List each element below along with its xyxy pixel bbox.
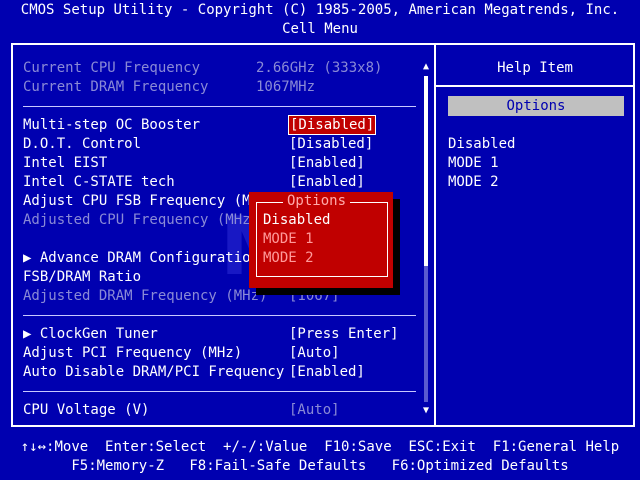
section-divider [23,106,416,107]
info-value: 1067MHz [256,79,316,95]
setting-value[interactable]: [Enabled] [289,154,365,172]
panel-divider [434,44,436,426]
help-option: MODE 1 [448,155,499,171]
help-options-header: Options [448,96,624,116]
setting-label: CPU Voltage (V) [23,402,150,418]
scroll-down-icon[interactable]: ▼ [421,406,431,416]
setting-value[interactable]: [Auto] [289,344,340,362]
setting-adjusted-cpu-frequency: Adjusted CPU Frequency (MHz) [23,211,259,229]
popup-option-mode-1[interactable]: MODE 1 [263,230,314,248]
setting-intel-eist[interactable]: Intel EIST [Enabled] [23,154,365,172]
setting-intel-cstate[interactable]: Intel C-STATE tech [Enabled] [23,173,365,191]
help-option: Disabled [448,136,516,152]
setting-value[interactable]: [Press Enter] [289,325,399,343]
setting-label: Intel C-STATE tech [23,174,175,190]
setting-multi-step-oc-booster[interactable]: Multi-step OC Booster [Disabled] [23,115,377,135]
setting-adjust-pci-frequency[interactable]: Adjust PCI Frequency (MHz) [Auto] [23,344,340,362]
scroll-track[interactable] [424,76,428,402]
setting-value[interactable]: [Disabled] [289,135,373,153]
setting-label: Adjusted DRAM Frequency (MHz) [23,288,268,304]
setting-value[interactable]: [Enabled] [289,363,365,381]
info-row-dram-frequency: Current DRAM Frequency 1067MHz [23,78,315,96]
info-row-cpu-frequency: Current CPU Frequency 2.66GHz (333x8) [23,59,382,77]
setting-value-selected[interactable]: [Disabled] [287,115,377,135]
info-label: Current CPU Frequency [23,60,201,76]
popup-option-mode-2[interactable]: MODE 2 [263,249,314,267]
setting-label: FSB/DRAM Ratio [23,269,142,285]
setting-clockgen-tuner[interactable]: ▶ ClockGen Tuner [Press Enter] [23,325,399,343]
key-help-line-2: F5:Memory-Z F8:Fail-Safe Defaults F6:Opt… [71,458,569,474]
setting-value[interactable]: [Enabled] [289,173,365,191]
menu-title: Cell Menu [282,21,358,37]
help-option: MODE 2 [448,174,499,190]
section-divider [23,315,416,316]
setting-label: Intel EIST [23,155,108,171]
setting-auto-disable-dram-pci[interactable]: Auto Disable DRAM/PCI Frequency [Enabled… [23,363,365,381]
help-title: Help Item [497,60,573,76]
setting-cpu-voltage[interactable]: CPU Voltage (V) [Auto] [23,401,340,419]
help-divider [436,85,634,87]
setting-label: D.O.T. Control [23,136,142,152]
window-title: CMOS Setup Utility - Copyright (C) 1985-… [20,2,620,18]
setting-fsb-dram-ratio[interactable]: FSB/DRAM Ratio [23,268,141,286]
key-help-line-1: ↑↓↔:Move Enter:Select +/-/:Value F10:Sav… [20,439,620,455]
info-label: Current DRAM Frequency [23,79,209,95]
setting-label: Adjust CPU FSB Frequency (MH [23,193,260,209]
section-divider [23,391,416,392]
setting-label: Auto Disable DRAM/PCI Frequency [23,364,285,380]
setting-label: Adjusted CPU Frequency (MHz) [23,212,260,228]
setting-adjusted-dram-frequency: Adjusted DRAM Frequency (MHz) [1067] [23,287,340,305]
scroll-thumb[interactable] [424,76,428,266]
setting-dot-control[interactable]: D.O.T. Control [Disabled] [23,135,373,153]
submenu-label: ▶ Advance DRAM Configuration [23,250,260,266]
setting-value[interactable]: [Auto] [289,401,340,419]
popup-option-disabled[interactable]: Disabled [263,211,330,229]
setting-label: Multi-step OC Booster [23,117,201,133]
info-value: 2.66GHz (333x8) [256,60,383,76]
setting-adjust-cpu-fsb[interactable]: Adjust CPU FSB Frequency (MH [23,192,259,210]
setting-advance-dram-config[interactable]: ▶ Advance DRAM Configuration [23,249,259,267]
scrollbar[interactable]: ▲ ▼ [421,62,431,418]
scroll-up-icon[interactable]: ▲ [421,62,431,72]
popup-title: Options [283,193,351,209]
submenu-label: ▶ ClockGen Tuner [23,326,158,342]
setting-label: Adjust PCI Frequency (MHz) [23,345,243,361]
options-popup[interactable]: Options Disabled MODE 1 MODE 2 [249,192,393,288]
